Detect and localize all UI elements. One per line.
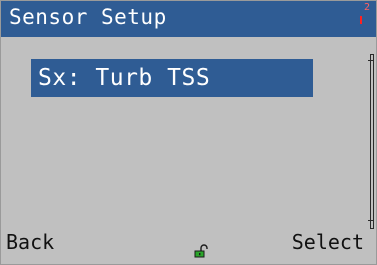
scrollbar-track: [370, 54, 374, 229]
scrollbar[interactable]: [368, 54, 376, 229]
back-softkey[interactable]: Back: [6, 230, 54, 254]
scrollbar-top-cap: [368, 60, 374, 61]
menu-item-sensor[interactable]: Sx: Turb TSS: [31, 59, 313, 97]
screen-title: Sensor Setup: [9, 5, 167, 29]
status-indicator: 2: [358, 3, 372, 29]
status-indicator-number: 2: [364, 2, 371, 13]
title-bar: Sensor Setup 2: [1, 1, 376, 37]
device-screen: Sensor Setup 2 Sx: Turb TSS Back Select: [0, 0, 377, 265]
scrollbar-bottom-cap: [368, 220, 374, 221]
status-indicator-bar: [360, 16, 362, 24]
select-softkey[interactable]: Select: [292, 230, 364, 254]
unlocked-padlock-icon: [194, 244, 208, 258]
